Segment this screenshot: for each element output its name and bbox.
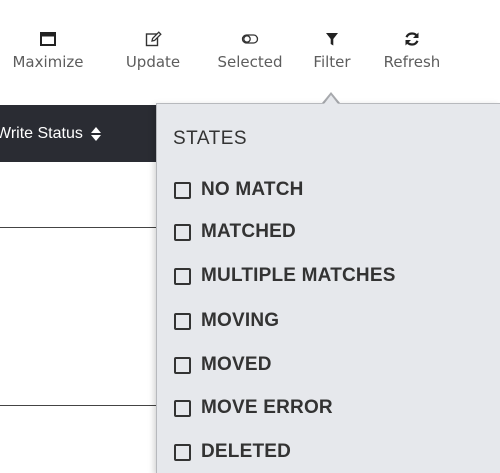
screen: Maximize Update Selected Filter Refresh	[0, 0, 500, 473]
checkbox[interactable]	[174, 267, 191, 285]
option-no-match[interactable]: NO MATCH	[174, 177, 304, 203]
maximize-icon	[39, 30, 57, 48]
column-header-write-status[interactable]: Write Status	[0, 105, 165, 162]
option-label: MATCHED	[201, 221, 296, 242]
checkbox[interactable]	[174, 181, 191, 199]
column-header-label: Write Status	[0, 124, 83, 142]
toolbar: Maximize Update Selected Filter Refresh	[0, 0, 500, 100]
option-moving[interactable]: MOVING	[174, 308, 279, 334]
filter-button[interactable]: Filter	[290, 30, 374, 86]
option-label: MOVED	[201, 354, 272, 375]
option-deleted[interactable]: DELETED	[174, 439, 291, 465]
checkbox[interactable]	[174, 312, 191, 330]
filter-label: Filter	[313, 53, 351, 71]
table-row-divider	[0, 227, 175, 228]
option-label: NO MATCH	[201, 179, 304, 200]
option-label: MOVING	[201, 310, 280, 331]
filter-icon	[323, 30, 341, 48]
dropdown-title: STATES	[173, 128, 248, 149]
option-multiple-matches[interactable]: MULTIPLE MATCHES	[174, 263, 396, 289]
checkbox[interactable]	[174, 223, 191, 241]
update-label: Update	[125, 53, 181, 71]
checkbox[interactable]	[174, 399, 191, 417]
selected-button[interactable]: Selected	[208, 30, 292, 86]
toggle-icon	[241, 30, 259, 48]
maximize-button[interactable]: Maximize	[6, 30, 90, 86]
option-label: MOVE ERROR	[201, 397, 333, 418]
option-move-error[interactable]: MOVE ERROR	[174, 395, 333, 421]
option-label: MULTIPLE MATCHES	[201, 265, 396, 286]
option-label: DELETED	[201, 441, 292, 462]
edit-icon	[144, 30, 162, 48]
selected-label: Selected	[217, 53, 283, 71]
table-row-divider	[0, 405, 175, 406]
sort-icon[interactable]	[90, 126, 102, 142]
refresh-label: Refresh	[383, 53, 441, 71]
option-matched[interactable]: MATCHED	[174, 219, 296, 245]
checkbox[interactable]	[174, 443, 191, 461]
maximize-label: Maximize	[12, 53, 84, 71]
update-button[interactable]: Update	[111, 30, 195, 86]
filter-dropdown: STATES NO MATCH MATCHED MULTIPLE MATCHES…	[156, 103, 500, 473]
option-moved[interactable]: MOVED	[174, 352, 272, 378]
refresh-icon	[403, 30, 421, 48]
checkbox[interactable]	[174, 356, 191, 374]
dropdown-caret-fill	[324, 95, 338, 104]
refresh-button[interactable]: Refresh	[370, 30, 454, 86]
